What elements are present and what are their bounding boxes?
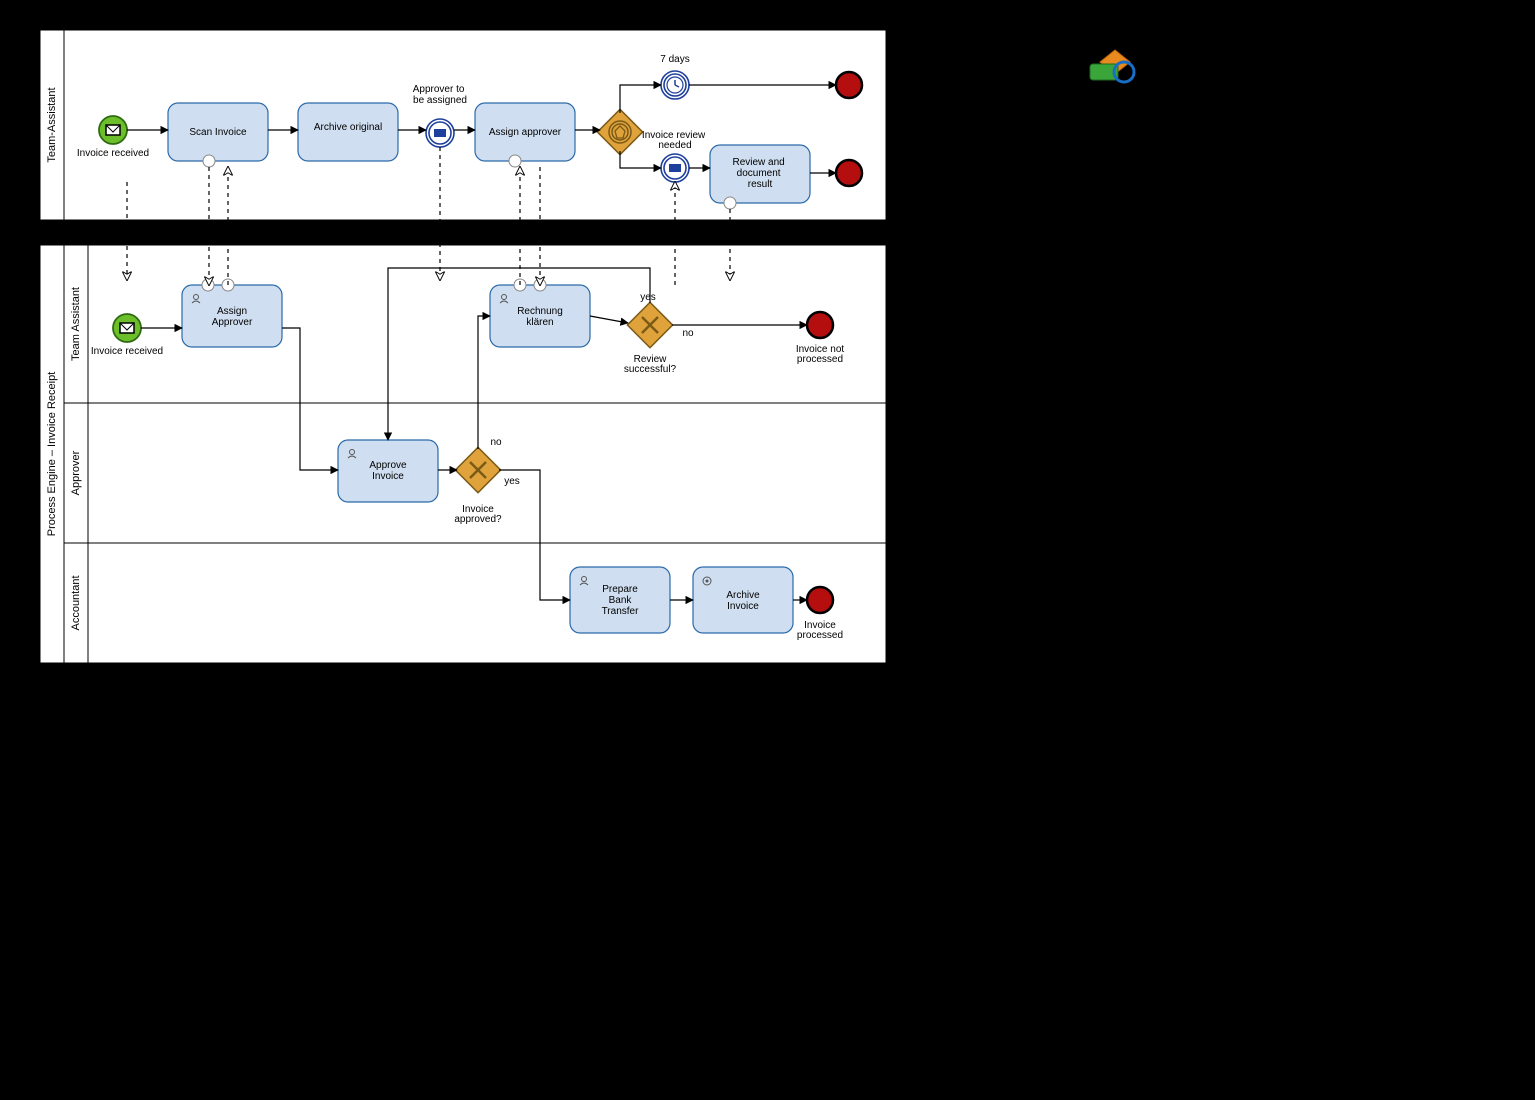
timer-label: 7 days xyxy=(660,54,689,65)
end-event-not-processed xyxy=(807,312,833,338)
start-event-invoice-received-1 xyxy=(99,116,127,144)
msg-event-review-needed xyxy=(661,154,689,182)
task-assign-approver-p1: Assign approver xyxy=(475,103,575,167)
task-scan-invoice: Scan Invoice xyxy=(168,103,268,167)
task-assign-approver: AssignApprover xyxy=(182,279,282,347)
gw-approved-yes: yes xyxy=(504,476,520,487)
pool2-title: Process Engine – Invoice Receipt xyxy=(46,372,58,536)
task-approve-invoice: ApproveInvoice xyxy=(338,440,438,502)
end-event-reviewed xyxy=(836,160,862,186)
start-event-invoice-received-2 xyxy=(113,314,141,342)
start-label-1: Invoice received xyxy=(77,148,149,159)
start-label-2: Invoice received xyxy=(91,346,163,357)
svg-text:ArchiveInvoice: ArchiveInvoice xyxy=(726,590,760,612)
svg-text:ApproveInvoice: ApproveInvoice xyxy=(369,460,407,482)
svg-text:Assign approver: Assign approver xyxy=(489,127,562,138)
timer-event-7days xyxy=(661,71,689,99)
lane-accountant: Accountant xyxy=(70,575,82,630)
gw-review-yes: yes xyxy=(640,292,656,303)
gw-approved-no: no xyxy=(490,437,502,448)
lane-approver: Approver xyxy=(70,450,82,495)
throw-event-approver-assigned xyxy=(426,119,454,147)
task-archive-invoice: ArchiveInvoice xyxy=(693,567,793,633)
lane-team-assistant: Team Assistant xyxy=(70,287,82,361)
end-event-processed xyxy=(807,587,833,613)
task-rechnung-klaren: Rechnungklären xyxy=(490,279,590,347)
pool1-title: Team-Assistant xyxy=(46,87,58,162)
task-review-document-result: Review and document result xyxy=(710,145,810,209)
svg-text:Scan Invoice: Scan Invoice xyxy=(189,127,247,138)
throw-label: Approver to be assigned xyxy=(413,84,467,106)
task-prepare-bank-transfer: PrepareBankTransfer xyxy=(570,567,670,633)
end-event-timeout xyxy=(836,72,862,98)
end-not-processed-label: Invoice notprocessed xyxy=(796,344,845,365)
svg-text:Archive original: Archive original xyxy=(314,122,382,133)
svg-text:AssignApprover: AssignApprover xyxy=(212,306,253,328)
task-archive-original: Archive original xyxy=(298,103,398,161)
gw-review-no: no xyxy=(682,328,694,339)
